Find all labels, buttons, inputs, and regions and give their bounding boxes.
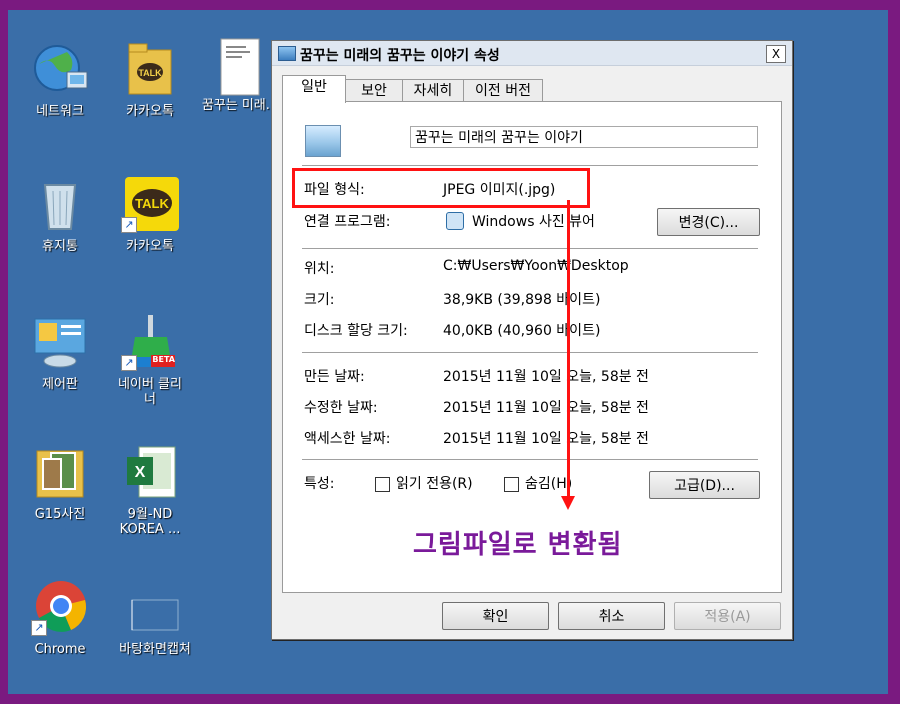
svg-text:TALK: TALK bbox=[135, 196, 169, 211]
dialog-title: 꿈꾸는 미래의 꿈꾸는 이야기 속성 bbox=[300, 48, 500, 64]
desktop-icon-chrome[interactable]: ↗ Chrome bbox=[15, 578, 105, 657]
advanced-button[interactable]: 고급(D)... bbox=[649, 471, 760, 499]
icon-label: G15사진 bbox=[34, 507, 86, 522]
desktop-icon-control-panel[interactable]: 제어판 bbox=[15, 313, 105, 392]
created-label: 만든 날짜: bbox=[304, 369, 365, 385]
tab-previous-versions[interactable]: 이전 버전 bbox=[463, 79, 543, 102]
close-button[interactable]: X bbox=[766, 45, 786, 63]
shortcut-arrow-icon: ↗ bbox=[121, 217, 137, 233]
hidden-label: 숨김(H) bbox=[525, 476, 573, 492]
network-icon bbox=[31, 40, 89, 98]
beta-badge: BETA bbox=[152, 355, 175, 364]
size-label: 크기: bbox=[304, 292, 335, 308]
file-type-highlight bbox=[292, 168, 590, 208]
icon-label: 제어판 bbox=[42, 377, 78, 392]
naver-cleaner-icon: ↗ BETA bbox=[121, 313, 179, 371]
disk-size-label: 디스크 할당 크기: bbox=[304, 323, 408, 339]
divider bbox=[302, 459, 758, 460]
picture-file-icon bbox=[278, 46, 296, 61]
cancel-button[interactable]: 취소 bbox=[558, 602, 665, 630]
photo-viewer-icon bbox=[446, 212, 464, 230]
desktop-icon-network[interactable]: 네트워크 bbox=[15, 40, 105, 119]
icon-label: Chrome bbox=[34, 642, 86, 657]
shortcut-arrow-icon: ↗ bbox=[121, 355, 137, 371]
icon-label: 9월-ND KOREA ... bbox=[119, 507, 181, 537]
accessed-value: 2015년 11월 10일 오늘, 58분 전 bbox=[443, 431, 649, 447]
recycle-bin-icon bbox=[31, 175, 89, 233]
tab-general[interactable]: 일반 bbox=[282, 75, 346, 103]
tab-security[interactable]: 보안 bbox=[345, 79, 403, 102]
opens-with-value: Windows 사진 뷰어 bbox=[472, 214, 595, 230]
image-thumbnail-icon bbox=[305, 125, 341, 157]
desktop-icon-photo-folder[interactable]: G15사진 bbox=[15, 443, 105, 522]
icon-label: 네이버 클리너 bbox=[118, 377, 182, 407]
divider bbox=[302, 248, 758, 249]
photo-folder-icon bbox=[31, 443, 89, 501]
desktop-icon-document[interactable]: 꿈꾸는 미래... bbox=[200, 38, 280, 113]
desktop-icon-kakaotalk[interactable]: TALK ↗ 카카오톡 bbox=[105, 175, 195, 254]
annotation-note: 그림파일로 변환됨 bbox=[413, 530, 623, 560]
change-button[interactable]: 변경(C)... bbox=[657, 208, 760, 236]
ok-button[interactable]: 확인 bbox=[442, 602, 549, 630]
modified-label: 수정한 날짜: bbox=[304, 400, 378, 416]
shortcut-arrow-icon: ↗ bbox=[31, 620, 47, 636]
created-value: 2015년 11월 10일 오늘, 58분 전 bbox=[443, 369, 649, 385]
svg-text:X: X bbox=[135, 464, 146, 481]
icon-label: 네트워크 bbox=[36, 104, 84, 119]
desktop-icon-naver-cleaner[interactable]: ↗ BETA 네이버 클리너 bbox=[105, 313, 195, 407]
icon-label: 카카오톡 bbox=[126, 239, 174, 254]
capture-icon bbox=[126, 578, 184, 636]
divider bbox=[302, 165, 758, 166]
annotation-arrow bbox=[567, 200, 570, 498]
desktop-icon-excel[interactable]: X 9월-ND KOREA ... bbox=[105, 443, 195, 537]
tab-details[interactable]: 자세히 bbox=[402, 79, 464, 102]
kakaotalk-folder-icon: TALK bbox=[121, 40, 179, 98]
readonly-checkbox[interactable] bbox=[375, 477, 390, 492]
hidden-checkbox[interactable] bbox=[504, 477, 519, 492]
readonly-label: 읽기 전용(R) bbox=[396, 476, 473, 492]
opens-with-label: 연결 프로그램: bbox=[304, 214, 391, 230]
icon-label: 바탕화면캡쳐 bbox=[119, 642, 191, 657]
disk-size-value: 40,0KB (40,960 바이트) bbox=[443, 323, 601, 339]
desktop-icon-recycle-bin[interactable]: 휴지통 bbox=[15, 175, 105, 254]
file-name-input[interactable]: 꿈꾸는 미래의 꿈꾸는 이야기 bbox=[410, 126, 758, 148]
location-value: C:₩Users₩Yoon₩Desktop bbox=[443, 258, 629, 274]
attributes-label: 특성: bbox=[304, 476, 335, 492]
location-label: 위치: bbox=[304, 261, 335, 277]
icon-label: 꿈꾸는 미래... bbox=[201, 98, 279, 113]
size-value: 38,9KB (39,898 바이트) bbox=[443, 292, 601, 308]
modified-value: 2015년 11월 10일 오늘, 58분 전 bbox=[443, 400, 649, 416]
apply-button[interactable]: 적용(A) bbox=[674, 602, 781, 630]
control-panel-icon bbox=[31, 313, 89, 371]
divider bbox=[302, 352, 758, 353]
document-icon bbox=[220, 38, 260, 96]
title-bar[interactable]: 꿈꾸는 미래의 꿈꾸는 이야기 속성 X bbox=[272, 41, 792, 66]
desktop-icon-capture[interactable]: 바탕화면캡쳐 bbox=[105, 578, 205, 657]
accessed-label: 액세스한 날짜: bbox=[304, 431, 391, 447]
desktop-icon-kakaotalk-folder[interactable]: TALK 카카오톡 bbox=[105, 40, 195, 119]
kakaotalk-icon: TALK ↗ bbox=[121, 175, 179, 233]
icon-label: 휴지통 bbox=[42, 239, 78, 254]
arrow-down-icon bbox=[561, 496, 575, 510]
svg-text:TALK: TALK bbox=[138, 68, 162, 78]
icon-label: 카카오톡 bbox=[126, 104, 174, 119]
chrome-icon: ↗ bbox=[31, 578, 89, 636]
excel-icon: X bbox=[121, 443, 179, 501]
